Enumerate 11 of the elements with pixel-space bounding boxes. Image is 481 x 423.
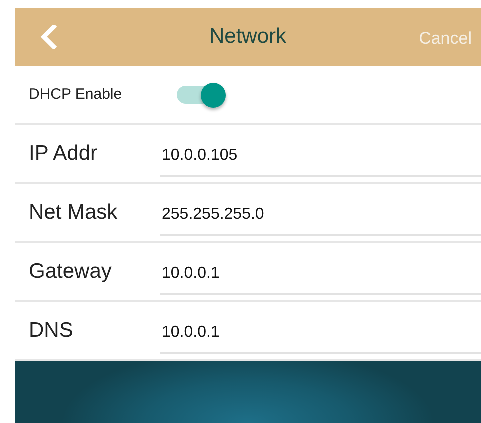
input-field[interactable]: 255.255.255.0 bbox=[160, 196, 481, 236]
input-field[interactable]: 10.0.0.105 bbox=[160, 136, 481, 176]
back-icon bbox=[40, 25, 58, 49]
field-label: DNS bbox=[29, 318, 74, 342]
field-label: IP Addr bbox=[29, 142, 98, 166]
input-field[interactable]: 10.0.0.1 bbox=[160, 254, 481, 294]
field-label: Net Mask bbox=[29, 200, 119, 224]
field-label: Gateway bbox=[29, 260, 113, 284]
page-title: Network bbox=[208, 25, 288, 49]
input-field[interactable]: 10.0.0.1 bbox=[160, 314, 481, 354]
dhcp-label: DHCP Enable bbox=[29, 86, 124, 103]
